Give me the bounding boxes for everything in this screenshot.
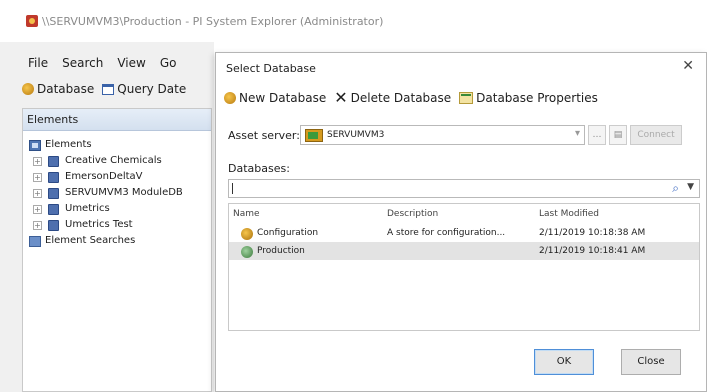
window-title: \\SERVUMVM3\Production - PI System Explo…	[42, 14, 384, 28]
row-description: A store for configuration...	[387, 228, 506, 238]
delete-database-button[interactable]: ✕ Delete Database	[334, 88, 452, 107]
query-date-label: Query Date	[117, 82, 187, 96]
element-searches-icon	[29, 235, 41, 247]
new-database-button[interactable]: New Database	[224, 91, 326, 105]
expand-icon[interactable]: +	[33, 172, 42, 182]
main-toolbar: Database Query Date	[0, 78, 194, 100]
element-icon	[48, 203, 59, 215]
new-database-label: New Database	[239, 91, 327, 105]
chevron-down-icon[interactable]: ▾	[575, 128, 580, 139]
list-item[interactable]: Configuration A store for configuration.…	[229, 224, 699, 242]
elements-root-icon	[29, 139, 41, 151]
asset-server-row: Asset server: SERVUMVM3 ▾ … ▤ Connect	[228, 125, 682, 145]
query-date-button[interactable]: Query Date	[102, 82, 186, 96]
chevron-down-icon[interactable]: ▼	[687, 182, 694, 192]
server-properties-button[interactable]: ▤	[609, 125, 627, 145]
column-name[interactable]: Name	[233, 209, 260, 219]
tree-root-elements[interactable]: Elements	[29, 137, 211, 153]
expand-icon[interactable]: +	[33, 156, 42, 166]
database-icon	[241, 228, 253, 240]
tree-item-servumvm3-moduledb[interactable]: + SERVUMVM3 ModuleDB	[29, 185, 211, 201]
tree-item-label: EmersonDeltaV	[65, 171, 143, 182]
element-icon	[48, 171, 59, 183]
asset-server-label: Asset server:	[228, 128, 300, 142]
tree-item-umetrics-test[interactable]: + Umetrics Test	[29, 217, 211, 233]
server-icon	[305, 128, 323, 142]
column-last-modified[interactable]: Last Modified	[539, 209, 599, 219]
expand-icon[interactable]: +	[33, 188, 42, 198]
database-button-label: Database	[37, 82, 95, 96]
tree-item-element-searches[interactable]: Element Searches	[29, 233, 211, 249]
row-name: Configuration	[257, 228, 319, 238]
row-modified: 2/11/2019 10:18:41 AM	[539, 246, 646, 256]
tree-item-creative-chemicals[interactable]: + Creative Chemicals	[29, 153, 211, 169]
dialog-title: Select Database	[226, 62, 316, 75]
close-icon[interactable]: ✕	[682, 58, 694, 74]
text-caret	[232, 183, 233, 194]
database-button[interactable]: Database	[22, 82, 94, 96]
database-search-input[interactable]: ⌕ ▼	[228, 179, 700, 198]
menu-search[interactable]: Search	[62, 56, 103, 70]
element-icon	[48, 155, 59, 167]
database-properties-button[interactable]: Database Properties	[459, 91, 598, 105]
pi-explorer-icon	[26, 15, 38, 27]
tree-item-emersondeltav[interactable]: + EmersonDeltaV	[29, 169, 211, 185]
tree-root-label: Elements	[45, 139, 92, 150]
ok-button[interactable]: OK	[534, 349, 594, 375]
element-icon	[48, 187, 59, 199]
elements-panel: Elements Elements + Creative Chemicals +…	[22, 108, 212, 392]
browse-button[interactable]: …	[588, 125, 606, 145]
element-tree: Elements + Creative Chemicals + EmersonD…	[23, 131, 211, 249]
close-button[interactable]: Close	[621, 349, 681, 375]
list-item[interactable]: Production 2/11/2019 10:18:41 AM	[229, 242, 699, 260]
tree-item-label: SERVUMVM3 ModuleDB	[65, 187, 183, 198]
list-header: Name Description Last Modified	[229, 204, 699, 224]
elements-panel-header: Elements	[23, 109, 211, 131]
menu-bar: File Search View Go	[0, 52, 190, 74]
menu-go[interactable]: Go	[160, 56, 177, 70]
column-description[interactable]: Description	[387, 209, 438, 219]
asset-server-combo[interactable]: SERVUMVM3 ▾	[300, 125, 585, 145]
database-icon	[241, 246, 253, 258]
search-icon[interactable]: ⌕	[672, 181, 679, 196]
expand-icon[interactable]: +	[33, 204, 42, 214]
menu-view[interactable]: View	[117, 56, 145, 70]
tree-item-label: Umetrics	[65, 203, 110, 214]
title-bar: \\SERVUMVM3\Production - PI System Explo…	[0, 0, 707, 42]
properties-icon	[459, 92, 474, 104]
connect-button[interactable]: Connect	[630, 125, 682, 145]
delete-database-label: Delete Database	[350, 91, 452, 105]
tree-item-label: Element Searches	[45, 235, 136, 246]
database-icon	[22, 83, 34, 95]
expand-icon[interactable]: +	[33, 220, 42, 230]
databases-label: Databases:	[228, 162, 290, 175]
database-properties-label: Database Properties	[476, 91, 598, 105]
row-modified: 2/11/2019 10:18:38 AM	[539, 228, 646, 238]
tree-item-umetrics[interactable]: + Umetrics	[29, 201, 211, 217]
select-database-dialog: Select Database ✕ New Database ✕ Delete …	[215, 52, 707, 392]
database-icon	[224, 92, 236, 104]
tree-item-label: Creative Chemicals	[65, 155, 162, 166]
element-icon	[48, 219, 59, 231]
menu-file[interactable]: File	[28, 56, 48, 70]
calendar-icon	[102, 83, 115, 95]
delete-icon: ✕	[334, 88, 348, 107]
dialog-toolbar: New Database ✕ Delete Database Database …	[224, 88, 606, 107]
tree-item-label: Umetrics Test	[65, 219, 133, 230]
row-name: Production	[257, 246, 305, 256]
database-list: Name Description Last Modified Configura…	[228, 203, 700, 331]
asset-server-value: SERVUMVM3	[327, 130, 385, 140]
